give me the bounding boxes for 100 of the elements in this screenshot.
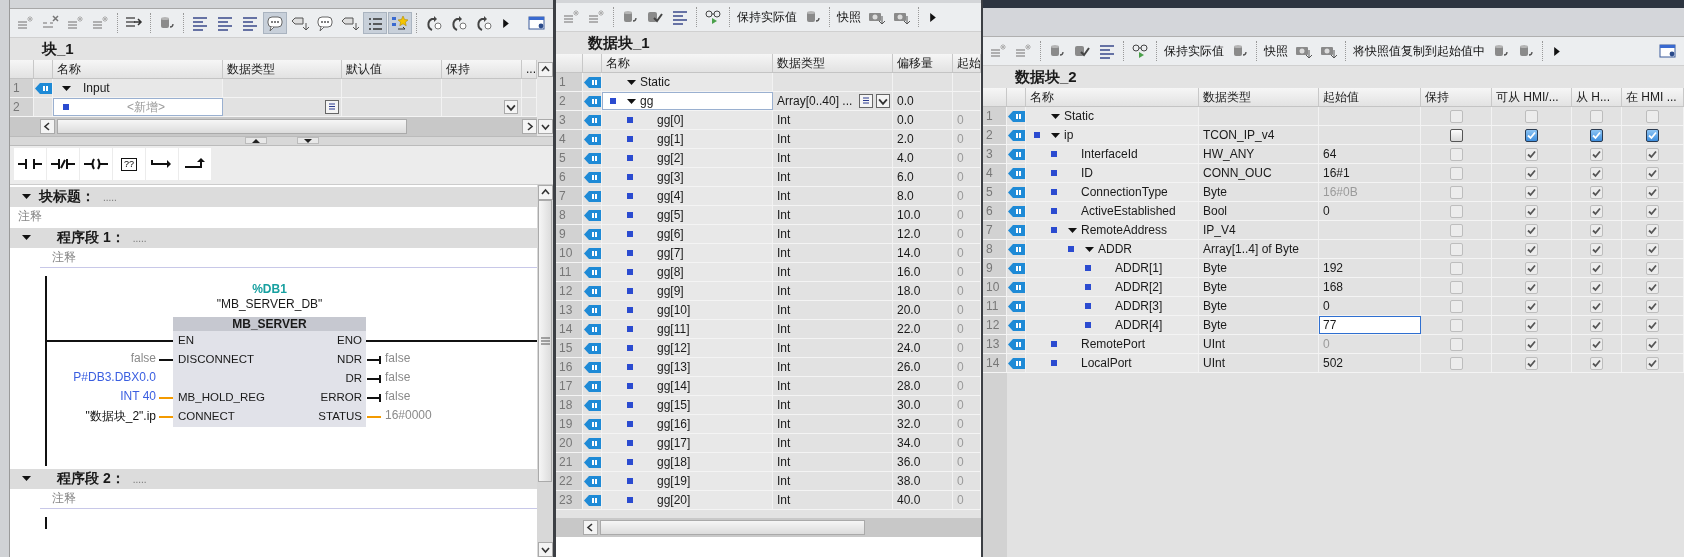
operand-text[interactable]: 16#0000 [385, 408, 432, 422]
expand-icon[interactable] [1050, 130, 1060, 140]
table-cell: gg[4] [657, 189, 684, 203]
instruction-button[interactable] [47, 148, 79, 180]
instruction-button[interactable] [179, 148, 211, 180]
sparkle-icon [92, 15, 110, 31]
expand-icon[interactable] [626, 77, 636, 87]
block-title: 数据块_2 [983, 66, 1684, 88]
pin-label: DISCONNECT [178, 352, 255, 367]
table-cell: ConnectionType [1081, 185, 1168, 199]
instance-name[interactable]: "MB_SERVER_DB" [173, 297, 366, 311]
toolbar-button[interactable]: 快照 [1261, 40, 1291, 62]
instruction-button[interactable] [146, 148, 178, 180]
tag-icon [1008, 319, 1025, 331]
checkbox[interactable] [1525, 128, 1538, 142]
checkbox[interactable] [1646, 128, 1659, 142]
toolbar-button[interactable]: 将快照值复制到起始值中 [1350, 40, 1488, 62]
table-cell: 2.0 [897, 132, 914, 146]
splitter-down-button[interactable] [296, 137, 319, 144]
operand-text[interactable]: false [385, 389, 411, 403]
operand-text[interactable]: "数据块_2".ip [85, 408, 156, 425]
scroll-right-button[interactable] [522, 119, 537, 134]
row-number: 7 [556, 187, 583, 205]
expand-icon[interactable] [626, 96, 636, 106]
lines-icon [191, 15, 209, 31]
scroll-left-button[interactable] [40, 119, 55, 134]
column-header[interactable]: 数据类型 [1199, 88, 1319, 106]
tag-icon [584, 456, 601, 468]
table-cell: Byte [1203, 261, 1227, 275]
pin-label: NDR [337, 352, 362, 367]
row-number: 1 [10, 79, 34, 97]
checkbox[interactable] [1449, 128, 1463, 142]
column-header[interactable]: 从 H... [1572, 88, 1622, 106]
scroll-down-button[interactable] [537, 119, 553, 134]
instruction-button[interactable] [14, 148, 46, 180]
expand-icon[interactable] [1050, 111, 1060, 121]
column-header[interactable]: 起始值 [1319, 88, 1421, 106]
empty-box-button[interactable]: ?? [113, 148, 145, 180]
table-cell: LocalPort [1081, 356, 1132, 370]
operand-text[interactable]: P#DB3.DBX0.0 [73, 370, 156, 384]
scrollbar-thumb[interactable] [600, 520, 865, 535]
operand-text[interactable]: INT 40 [120, 389, 156, 403]
scrollbar-thumb[interactable] [57, 119, 407, 134]
operand-text[interactable]: false [385, 351, 411, 365]
table-cell: Int [777, 417, 791, 431]
tag-icon [584, 494, 601, 506]
checkbox[interactable] [1590, 128, 1603, 142]
expand-icon[interactable] [22, 233, 31, 242]
expand-icon[interactable] [1067, 225, 1077, 235]
comment-text[interactable]: 注释 [10, 207, 537, 226]
scrollbar-thumb[interactable] [538, 200, 552, 482]
scroll-left-button[interactable] [583, 520, 598, 535]
expand-icon[interactable] [22, 474, 31, 483]
chevron-down-icon [878, 96, 888, 106]
column-header[interactable]: 默认值 [342, 60, 442, 78]
table-cell: 0 [957, 455, 964, 469]
operand-text[interactable]: false [385, 370, 411, 384]
splitter-up-button[interactable] [244, 137, 267, 144]
operand-text[interactable]: false [130, 351, 156, 365]
star-tool-button[interactable] [388, 12, 412, 34]
expand-icon[interactable] [1084, 244, 1094, 254]
dropdown-button[interactable] [876, 94, 890, 108]
list-tool-button[interactable] [363, 12, 387, 34]
expand-icon[interactable] [22, 192, 31, 201]
expand-icon[interactable] [61, 83, 71, 93]
column-header[interactable]: 偏移量 [893, 54, 953, 72]
bubble-tool-button[interactable] [263, 12, 287, 34]
column-header[interactable]: 保持 [442, 60, 522, 78]
column-header[interactable]: 名称 [602, 54, 773, 72]
comment-text[interactable]: 注释 [40, 489, 537, 509]
column-header[interactable]: 数据类型 [773, 54, 893, 72]
column-header[interactable]: 可从 HMI/... [1492, 88, 1572, 106]
contact-icon [17, 157, 43, 171]
column-header[interactable]: 保持 [1421, 88, 1492, 106]
table-cell: Byte [1203, 280, 1227, 294]
table-cell: 0 [957, 341, 964, 355]
toolbar-button[interactable]: 保持实际值 [1161, 40, 1227, 62]
scroll-down-button[interactable] [537, 542, 553, 557]
table-cell: 0 [1323, 204, 1330, 218]
scroll-up-button[interactable] [537, 185, 553, 200]
toolbar-button[interactable]: 快照 [834, 6, 864, 28]
column-header[interactable]: 在 HMI ... [1622, 88, 1684, 106]
toolbar-button[interactable]: 保持实际值 [734, 6, 800, 28]
comment-text[interactable]: 注释 [40, 248, 537, 268]
tag-icon [341, 15, 359, 31]
column-header[interactable]: 名称 [1026, 88, 1199, 106]
dropdown-button[interactable] [504, 100, 518, 114]
row-number: 4 [983, 164, 1007, 182]
table-cell: gg[19] [657, 474, 691, 488]
input-wire [159, 397, 173, 399]
table-cell: gg[12] [657, 341, 691, 355]
column-header[interactable]: 名称 [53, 60, 223, 78]
tag-icon [584, 437, 601, 449]
column-header[interactable]: 数据类型 [223, 60, 342, 78]
table-cell: gg[15] [657, 398, 691, 412]
instruction-button[interactable] [80, 148, 112, 180]
list-button[interactable] [325, 100, 339, 114]
column-header[interactable]: 起始 [953, 54, 981, 72]
scroll-up-button[interactable] [537, 62, 553, 77]
list-button[interactable] [859, 94, 873, 108]
